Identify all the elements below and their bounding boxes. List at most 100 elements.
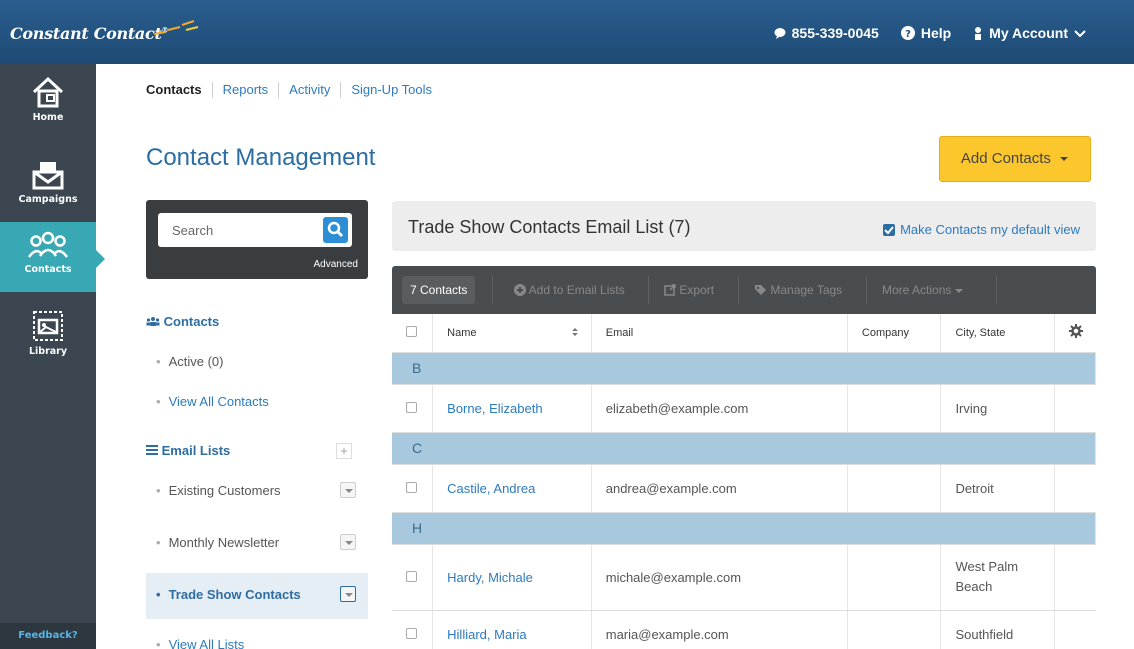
list-item-active[interactable]: • Active (0) (146, 354, 368, 369)
checked-checkbox-icon[interactable] (883, 223, 896, 236)
contact-company (847, 544, 942, 611)
contact-name-link[interactable]: Borne, Elizabeth (432, 384, 592, 433)
logo-text: Constant Contact (10, 24, 162, 43)
table-row[interactable]: Hilliard, Maria maria@example.com Southf… (392, 610, 1096, 649)
logo[interactable]: Constant Contact® (10, 24, 169, 43)
group-letter: H (392, 512, 1096, 545)
phone-link[interactable]: 855-339-0045 (774, 25, 879, 41)
home-icon (32, 76, 64, 108)
add-to-email-lists-label: Add to Email Lists (528, 283, 625, 297)
group-row: B (392, 352, 1096, 385)
rail-item-contacts[interactable]: Contacts (0, 222, 96, 292)
default-view-toggle[interactable]: Make Contacts my default view (883, 222, 1080, 237)
active-label: Active (0) (168, 354, 224, 369)
view-all-lists-label: View All Lists (168, 637, 245, 649)
help-icon: ? (900, 26, 915, 40)
add-contacts-button[interactable]: Add Contacts (939, 136, 1091, 182)
subnav-activity[interactable]: Activity (278, 82, 340, 98)
table-toolbar: 7 Contacts Add to Email Lists Export Man… (392, 266, 1096, 314)
column-header-company[interactable]: Company (847, 314, 942, 353)
advanced-search-link[interactable]: Advanced (314, 259, 358, 270)
feedback-link[interactable]: Feedback? (0, 623, 96, 649)
column-name-label: Name (447, 326, 477, 339)
row-checkbox[interactable] (406, 627, 417, 639)
row-checkbox[interactable] (406, 570, 417, 582)
select-all-checkbox[interactable] (406, 325, 417, 337)
search-button[interactable] (323, 217, 348, 243)
contact-name-link[interactable]: Hilliard, Maria (432, 610, 592, 649)
subnav-reports[interactable]: Reports (211, 82, 279, 98)
rail-item-library[interactable]: Library (0, 308, 96, 378)
rail-label-library: Library (28, 346, 68, 357)
export-icon (664, 284, 676, 296)
page-title: Contact Management (146, 144, 376, 171)
table-row[interactable]: Hardy, Michale michale@example.com West … (392, 544, 1096, 611)
default-view-label: Make Contacts my default view (900, 222, 1080, 237)
rail-item-home[interactable]: Home (0, 74, 96, 144)
contacts-section-heading[interactable]: Contacts (146, 314, 219, 329)
group-row: C (392, 432, 1096, 465)
gear-icon[interactable] (1069, 324, 1084, 339)
caret-down-icon (954, 289, 963, 293)
subnav-signup-tools[interactable]: Sign-Up Tools (340, 82, 442, 98)
chevron-down-icon (1074, 30, 1086, 38)
export-label: Export (679, 283, 715, 297)
list-item-monthly-newsletter[interactable]: • Monthly Newsletter (146, 534, 368, 550)
help-label: Help (920, 25, 952, 41)
row-checkbox-cell (392, 544, 434, 611)
column-settings-cell (1054, 314, 1096, 353)
contact-city: West Palm Beach (940, 544, 1056, 611)
toolbar-divider (492, 276, 493, 304)
svg-text:?: ? (905, 29, 911, 40)
table-row[interactable]: Borne, Elizabeth elizabeth@example.com I… (392, 384, 1096, 433)
my-account-menu[interactable]: My Account (973, 25, 1092, 41)
rail-item-campaigns[interactable]: Campaigns (0, 156, 96, 226)
logo-mark-icon (153, 20, 199, 35)
add-to-email-lists-button[interactable]: Add to Email Lists (506, 276, 633, 304)
contact-name-link[interactable]: Hardy, Michale (432, 544, 592, 611)
view-all-lists-link[interactable]: • View All Lists (146, 637, 368, 649)
add-contacts-label: Add Contacts (960, 150, 1051, 167)
email-lists-heading-label: Email Lists (161, 443, 231, 458)
more-actions-button[interactable]: More Actions (874, 276, 971, 304)
sort-icon[interactable] (571, 327, 579, 337)
sub-navigation: Contacts Reports Activity Sign-Up Tools (146, 82, 442, 98)
search-panel: Search Advanced (146, 200, 368, 279)
help-link[interactable]: ? Help (900, 25, 952, 41)
contact-name-link[interactable]: Castile, Andrea (432, 464, 592, 513)
contact-company (847, 384, 942, 433)
contact-company (847, 610, 942, 649)
list-item-trade-show-contacts[interactable]: • Trade Show Contacts (146, 573, 368, 619)
subnav-contacts[interactable]: Contacts (146, 82, 212, 98)
search-icon (327, 221, 344, 238)
column-header-email[interactable]: Email (591, 314, 848, 353)
row-checkbox-cell (392, 464, 434, 513)
plus-circle-icon (514, 284, 526, 296)
email-lists-heading[interactable]: Email Lists (146, 443, 230, 458)
list-dropdown-button[interactable] (340, 534, 356, 550)
list-dropdown-button[interactable] (340, 586, 356, 602)
list-label: Existing Customers (168, 483, 281, 498)
list-label: Monthly Newsletter (168, 535, 280, 550)
group-letter: B (392, 352, 1096, 385)
list-item-existing-customers[interactable]: • Existing Customers (146, 482, 368, 498)
row-checkbox[interactable] (406, 481, 417, 493)
view-all-contacts-link[interactable]: • View All Contacts (146, 394, 368, 409)
list-label: Trade Show Contacts (168, 587, 301, 602)
column-header-name[interactable]: Name (432, 314, 592, 353)
rail-label-campaigns: Campaigns (18, 194, 78, 205)
list-dropdown-button[interactable] (340, 482, 356, 498)
search-input[interactable]: Search (158, 213, 352, 247)
row-checkbox-cell (392, 610, 434, 649)
table-row[interactable]: Castile, Andrea andrea@example.com Detro… (392, 464, 1096, 513)
manage-tags-button[interactable]: Manage Tags (746, 276, 850, 304)
row-empty-cell (1054, 464, 1096, 513)
toolbar-divider (866, 276, 867, 304)
toolbar-divider (996, 276, 997, 304)
column-header-city-state[interactable]: City, State (940, 314, 1056, 353)
contact-email: maria@example.com (591, 610, 848, 649)
list-icon (146, 445, 158, 455)
add-list-button[interactable]: + (336, 443, 352, 459)
row-checkbox[interactable] (406, 401, 417, 413)
export-button[interactable]: Export (656, 276, 722, 304)
